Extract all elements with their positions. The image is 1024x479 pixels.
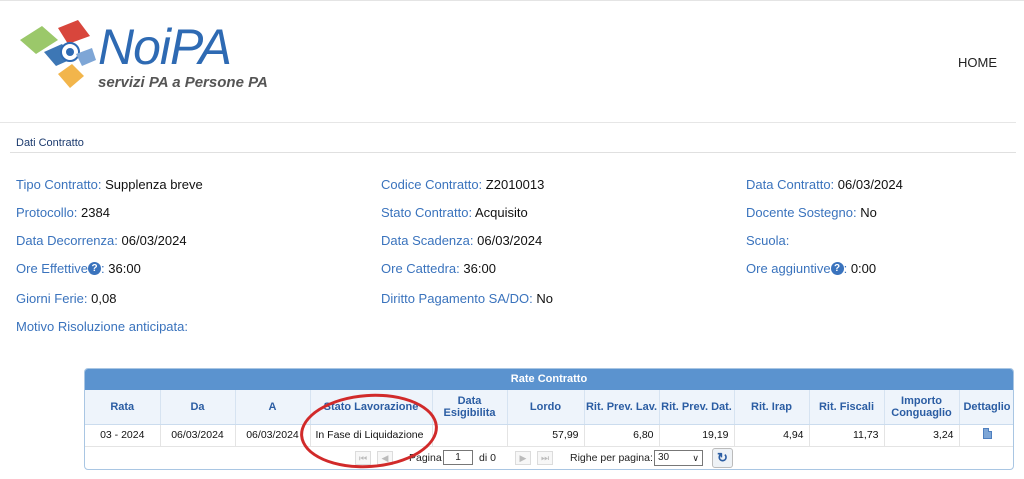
rows-per-page-select[interactable]: 30 ∨ <box>654 449 703 466</box>
help-icon[interactable]: ? <box>88 262 102 275</box>
header-divider <box>0 122 1016 123</box>
field-diritto-pagamento: Diritto Pagamento SA/DO: No <box>381 291 553 306</box>
column-header[interactable]: Data Esigibilita <box>432 390 508 425</box>
section-title: Dati Contratto <box>16 137 84 149</box>
field-value: 2384 <box>81 205 110 220</box>
field-label: Tipo Contratto: <box>16 177 102 192</box>
noipa-logo[interactable]: NoiPA servizi PA a Persone PA <box>18 18 278 104</box>
rate-table: Rata Da A Stato Lavorazione Data Esigibi… <box>85 390 1013 447</box>
logo-tagline: servizi PA a Persone PA <box>98 74 268 91</box>
field-protocollo: Protocollo: 2384 <box>16 205 110 220</box>
field-label: Ore Cattedra: <box>381 261 460 276</box>
field-label: Data Scadenza: <box>381 233 474 248</box>
field-codice-contratto: Codice Contratto: Z2010013 <box>381 177 544 192</box>
field-data-scadenza: Data Scadenza: 06/03/2024 <box>381 233 542 248</box>
field-value: Acquisito <box>474 205 528 220</box>
field-colon: : <box>843 261 848 276</box>
field-value: 06/03/2024 <box>477 233 543 248</box>
cell-rata: 03 - 2024 <box>85 424 161 447</box>
page-number-input[interactable]: 1 <box>443 449 473 465</box>
field-label: Diritto Pagamento SA/DO: <box>381 291 533 306</box>
field-label: Data Decorrenza: <box>16 233 118 248</box>
field-label: Data Contratto: <box>746 177 835 192</box>
field-data-contratto: Data Contratto: 06/03/2024 <box>746 177 903 192</box>
field-label: Motivo Risoluzione anticipata: <box>16 319 188 334</box>
column-header[interactable]: Lordo <box>507 390 585 425</box>
panel-title: Rate Contratto <box>85 369 1013 390</box>
column-header[interactable]: A <box>235 390 311 425</box>
rows-per-page-value: 30 <box>658 451 670 463</box>
column-header[interactable]: Stato Lavorazione <box>310 390 433 425</box>
cell-stato-lavorazione: In Fase di Liquidazione <box>310 424 433 447</box>
field-ore-aggiuntive: Ore aggiuntive?: 0:00 <box>746 261 876 276</box>
rows-per-page-label: Righe per pagina: <box>570 451 653 464</box>
field-docente-sostegno: Docente Sostegno: No <box>746 205 877 220</box>
next-page-icon[interactable]: ▶ <box>515 450 531 465</box>
field-scuola: Scuola: <box>746 233 789 248</box>
field-value: 0,08 <box>91 291 117 306</box>
field-value: 0:00 <box>850 261 877 276</box>
field-value: Supplenza breve <box>105 177 203 192</box>
column-header[interactable]: Importo Conguaglio <box>884 390 960 425</box>
section-divider <box>10 152 1016 153</box>
field-value: 36:00 <box>463 261 496 276</box>
field-label: Protocollo: <box>16 205 78 220</box>
cell-a: 06/03/2024 <box>235 424 311 447</box>
field-ore-effettive: Ore Effettive?: 36:00 <box>16 261 141 276</box>
field-motivo-risoluzione: Motivo Risoluzione anticipata: <box>16 319 188 334</box>
logo-wordmark: NoiPA <box>98 19 232 75</box>
cell-rit-prev-dat: 19,19 <box>659 424 735 447</box>
first-page-icon[interactable]: ⏮ <box>355 450 371 465</box>
field-value: 06/03/2024 <box>837 177 903 192</box>
field-value: 06/03/2024 <box>121 233 187 248</box>
column-header[interactable]: Da <box>160 390 236 425</box>
field-data-decorrenza: Data Decorrenza: 06/03/2024 <box>16 233 187 248</box>
prev-page-icon[interactable]: ◀ <box>377 450 393 465</box>
table-header-row: Rata Da A Stato Lavorazione Data Esigibi… <box>85 390 1013 425</box>
column-header[interactable]: Rit. Prev. Dat. <box>659 390 735 425</box>
cell-importo-conguaglio: 3,24 <box>884 424 960 447</box>
field-value: No <box>860 205 877 220</box>
field-giorni-ferie: Giorni Ferie: 0,08 <box>16 291 116 306</box>
chevron-down-icon: ∨ <box>692 452 699 463</box>
field-value: 36:00 <box>108 261 141 276</box>
cell-rit-prev-lav: 6,80 <box>584 424 660 447</box>
cell-rit-fiscali: 11,73 <box>809 424 885 447</box>
field-colon: : <box>101 261 105 276</box>
field-label: Ore Effettive <box>16 261 89 276</box>
field-label: Giorni Ferie: <box>16 291 88 306</box>
cell-da: 06/03/2024 <box>160 424 236 447</box>
site-header: NoiPA servizi PA a Persone PA HOME <box>0 0 1024 122</box>
cell-lordo: 57,99 <box>507 424 585 447</box>
field-value: No <box>536 291 553 306</box>
field-label: Stato Contratto: <box>381 205 473 220</box>
logo-mark-icon <box>20 20 96 88</box>
rate-contratto-panel: Rate Contratto Rata Da A Stato Lavorazio… <box>84 368 1014 470</box>
help-icon[interactable]: ? <box>830 262 844 275</box>
last-page-icon[interactable]: ⏭ <box>537 450 553 465</box>
document-icon[interactable] <box>982 428 992 439</box>
cell-data-esigibilita <box>432 424 508 447</box>
column-header[interactable]: Rata <box>85 390 161 425</box>
field-label: Ore aggiuntive <box>746 261 831 276</box>
field-label: Docente Sostegno: <box>746 205 857 220</box>
column-header[interactable]: Rit. Prev. Lav. <box>584 390 660 425</box>
field-label: Codice Contratto: <box>381 177 483 192</box>
page-label: Pagina <box>409 451 442 464</box>
cell-rit-irap: 4,94 <box>734 424 810 447</box>
column-header[interactable]: Dettaglio <box>959 390 1013 425</box>
page-of-label: di 0 <box>479 451 496 464</box>
field-tipo-contratto: Tipo Contratto: Supplenza breve <box>16 177 203 192</box>
field-label: Scuola: <box>746 233 790 248</box>
field-ore-cattedra: Ore Cattedra: 36:00 <box>381 261 496 276</box>
field-value: Z2010013 <box>485 177 545 192</box>
column-header[interactable]: Rit. Irap <box>734 390 810 425</box>
refresh-button[interactable]: ↻ <box>712 447 733 468</box>
nav-home-link[interactable]: HOME <box>958 55 997 70</box>
cell-dettaglio <box>959 424 1013 447</box>
field-stato-contratto: Stato Contratto: Acquisito <box>381 205 528 220</box>
table-row[interactable]: 03 - 2024 06/03/2024 06/03/2024 In Fase … <box>85 424 1013 447</box>
pagination-bar: ⏮ ◀ Pagina 1 di 0 ▶ ⏭ Righe per pagina: … <box>85 447 1013 470</box>
column-header[interactable]: Rit. Fiscali <box>809 390 885 425</box>
